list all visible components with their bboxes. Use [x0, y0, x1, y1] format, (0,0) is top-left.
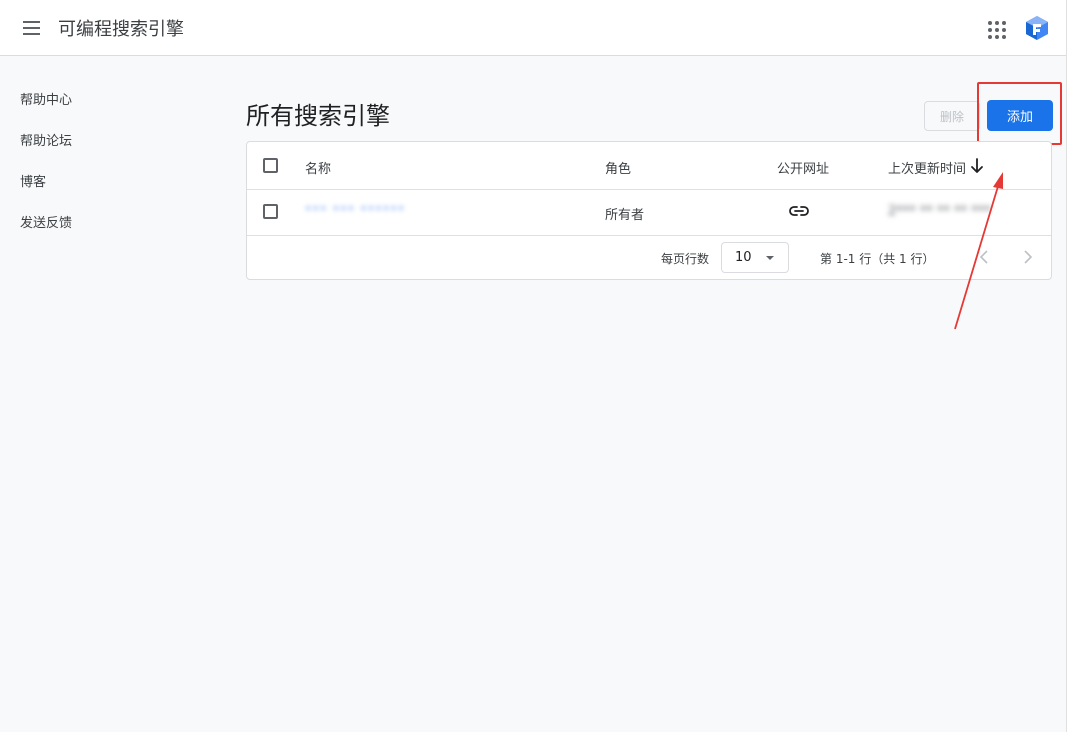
arrow-down-icon[interactable]: [969, 157, 985, 175]
engine-role: 所有者: [605, 208, 645, 223]
hamburger-icon[interactable]: [20, 16, 44, 40]
rows-per-page-value: 10: [735, 250, 752, 265]
sidebar-item-feedback[interactable]: 发送反馈: [20, 212, 72, 231]
scrollbar-track[interactable]: [1066, 0, 1080, 732]
engine-name-link[interactable]: *** *** ******: [305, 204, 405, 219]
pagination-range: 第 1-1 行（共 1 行）: [820, 252, 935, 266]
rows-per-page-label: 每页行数: [661, 252, 710, 266]
app-title: 可编程搜索引擎: [58, 18, 184, 40]
top-app-bar: 可编程搜索引擎: [0, 0, 1066, 56]
caret-down-icon: [766, 256, 774, 260]
apps-grid-icon[interactable]: [982, 14, 1010, 42]
column-header-name[interactable]: 名称: [305, 158, 331, 177]
sidebar-item-help-forum[interactable]: 帮助论坛: [20, 130, 72, 149]
annotation-arrow: [954, 172, 1003, 330]
engine-last-updated: 2*** ** ** ** ***: [888, 204, 991, 219]
sidebar-item-blog[interactable]: 博客: [20, 171, 46, 190]
cse-logo-icon[interactable]: [1024, 15, 1050, 41]
sidebar-item-help-center[interactable]: 帮助中心: [20, 89, 72, 108]
column-header-last-updated[interactable]: 上次更新时间: [888, 158, 966, 177]
header-divider: [247, 189, 1051, 190]
select-all-checkbox[interactable]: [263, 158, 278, 173]
rows-per-page-select[interactable]: 10: [721, 242, 789, 273]
delete-button[interactable]: 删除: [924, 101, 980, 131]
row-divider: [247, 235, 1051, 236]
search-engine-table: 名称 角色 公开网址 上次更新时间 *** *** ****** 所有者 2**…: [246, 141, 1052, 280]
chevron-left-icon[interactable]: [977, 249, 991, 265]
annotation-highlight-box: [977, 82, 1062, 145]
row-checkbox[interactable]: [263, 204, 278, 219]
chevron-right-icon[interactable]: [1021, 249, 1035, 265]
column-header-public-url[interactable]: 公开网址: [777, 158, 829, 177]
page-title: 所有搜索引擎: [246, 102, 390, 130]
column-header-role[interactable]: 角色: [605, 158, 631, 177]
link-icon[interactable]: [789, 205, 809, 217]
